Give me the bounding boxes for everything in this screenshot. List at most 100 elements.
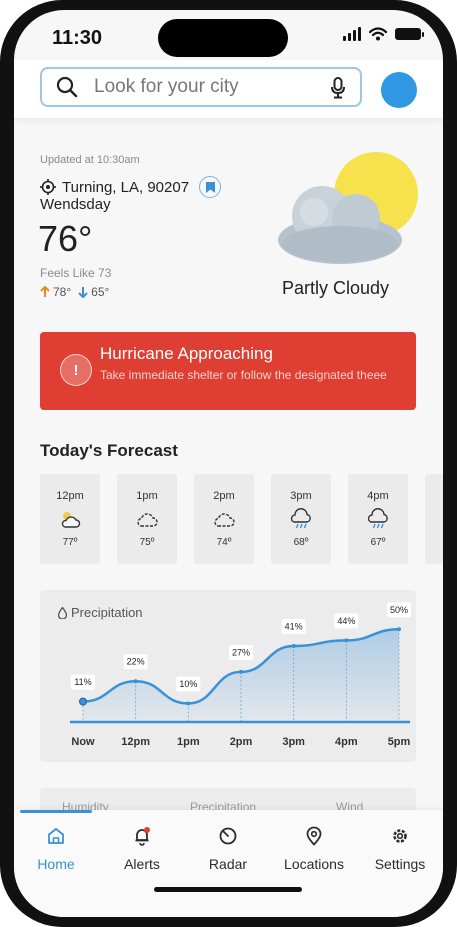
- precipitation-chart-card: 11% 22% 10% 27% 41% 44% 50% Now 12pm 1pm 2pm 3pm 4pm…: [40, 590, 416, 762]
- search-bar[interactable]: [40, 67, 362, 107]
- hour-temp: 68º: [293, 537, 309, 548]
- sun-cloud-icon: [61, 512, 81, 528]
- data-label: 10%: [179, 679, 197, 689]
- avatar[interactable]: [381, 72, 417, 108]
- hour-card[interactable]: 4pm 67º: [348, 474, 408, 564]
- current-temperature: 76°: [38, 218, 93, 259]
- nav-radar-label: Radar: [208, 856, 248, 872]
- status-icons: [343, 27, 424, 41]
- cloud-icon: [137, 513, 158, 527]
- hour-card[interactable]: 12pm 77º: [40, 474, 100, 564]
- low-temp: 65°: [91, 285, 110, 299]
- weather-condition: Partly Cloudy: [282, 278, 390, 298]
- data-label: 41%: [285, 621, 303, 631]
- home-icon: [48, 828, 64, 844]
- x-tick-label: 2pm: [230, 736, 253, 748]
- location-name: Turning, LA, 90207: [62, 178, 190, 196]
- hour-card[interactable]: 2pm 74º: [194, 474, 254, 564]
- alert-title: Hurricane Approaching: [100, 344, 273, 363]
- hour-temp: 67º: [370, 537, 386, 548]
- arrow-down-icon: [78, 287, 88, 298]
- hour-card-partial[interactable]: [425, 474, 443, 564]
- high-temp: 78°: [53, 285, 72, 299]
- droplet-icon: [58, 606, 67, 619]
- alert-message: Take immediate shelter or follow the des…: [100, 368, 387, 382]
- data-label: 22%: [127, 657, 145, 667]
- updated-time: Updated at 10:30am: [40, 154, 140, 166]
- gear-icon: [393, 829, 407, 843]
- hour-temp: 75º: [139, 537, 155, 548]
- data-point: [344, 638, 349, 643]
- x-tick-label: 1pm: [177, 736, 200, 748]
- nav-radar[interactable]: Radar: [188, 826, 268, 872]
- rain-cloud-icon: [290, 508, 311, 529]
- app-screen: 11:30 Look for your city Updated at 10:3…: [14, 10, 443, 917]
- data-point: [291, 643, 296, 648]
- bookmark-button[interactable]: [199, 176, 222, 198]
- dynamic-island: [158, 19, 288, 57]
- day-label: Wendsday: [40, 196, 111, 213]
- nav-settings[interactable]: Settings: [360, 826, 440, 872]
- location-pin-icon: [306, 826, 322, 846]
- hourly-forecast-strip[interactable]: 12pm 77º 1pm 75º 2pm 74º 3pm 68º 4pm 67º: [40, 474, 443, 566]
- battery-icon: [395, 28, 424, 40]
- data-label: 44%: [337, 616, 355, 626]
- forecast-title: Today's Forecast: [40, 441, 178, 460]
- status-time: 11:30: [52, 27, 103, 49]
- hour-time: 3pm: [290, 490, 312, 502]
- hurricane-alert-banner[interactable]: ! Hurricane Approaching Take immediate s…: [40, 332, 416, 410]
- hour-time: 12pm: [56, 490, 84, 502]
- nav-locations-label: Locations: [284, 856, 344, 872]
- x-tick-label: Now: [71, 736, 95, 748]
- location-target-icon: [40, 179, 56, 195]
- microphone-icon[interactable]: [330, 77, 346, 99]
- chart-title: Precipitation: [58, 605, 143, 620]
- bookmark-icon: [205, 181, 215, 193]
- phone-frame: 11:30 Look for your city Updated at 10:3…: [0, 0, 457, 927]
- high-low: 78° 65°: [40, 285, 109, 299]
- radar-icon: [219, 827, 237, 845]
- search-icon: [56, 76, 78, 98]
- hour-card[interactable]: 3pm 68º: [271, 474, 331, 564]
- data-label: 27%: [232, 647, 250, 657]
- hour-card[interactable]: 1pm 75º: [117, 474, 177, 564]
- hour-time: 2pm: [213, 490, 235, 502]
- feels-like: Feels Like 73: [40, 266, 112, 280]
- data-point: [397, 627, 401, 632]
- x-tick-label: 12pm: [121, 736, 150, 748]
- x-tick-label: 4pm: [335, 736, 358, 748]
- wifi-icon: [369, 27, 387, 41]
- nav-alerts-label: Alerts: [124, 856, 160, 872]
- rain-cloud-icon: [367, 508, 388, 529]
- cloud-icon: [214, 513, 235, 527]
- scroll-indicator: [20, 810, 92, 813]
- signal-icon: [343, 27, 361, 41]
- chart-title-text: Precipitation: [71, 605, 143, 620]
- nav-settings-label: Settings: [374, 856, 426, 872]
- data-label: 11%: [74, 677, 91, 687]
- data-point: [186, 701, 191, 706]
- arrow-up-icon: [40, 286, 50, 297]
- alert-exclamation-icon: !: [60, 354, 92, 386]
- home-indicator[interactable]: [154, 887, 302, 892]
- nav-locations[interactable]: Locations: [274, 826, 354, 872]
- x-tick-label: 3pm: [282, 736, 305, 748]
- bottom-navigation: Home Alerts Radar Locations Settings: [14, 810, 443, 917]
- nav-home-label: Home: [37, 856, 75, 872]
- hour-temp: 74º: [216, 537, 232, 548]
- data-point: [133, 679, 138, 684]
- search-input[interactable]: [92, 75, 316, 99]
- hour-time: 4pm: [367, 490, 389, 502]
- hour-time: 1pm: [136, 490, 158, 502]
- data-label: 50%: [390, 605, 408, 615]
- nav-alerts[interactable]: Alerts: [102, 826, 182, 872]
- data-point: [79, 697, 87, 706]
- app-header: [14, 60, 443, 118]
- nav-home[interactable]: Home: [16, 826, 96, 872]
- cloud-icon: [278, 186, 402, 264]
- location-row: Turning, LA, 90207: [40, 176, 222, 198]
- x-tick-label: 5pm: [388, 736, 411, 748]
- hour-temp: 77º: [62, 537, 78, 548]
- bell-icon: [135, 827, 150, 846]
- data-point: [239, 669, 243, 674]
